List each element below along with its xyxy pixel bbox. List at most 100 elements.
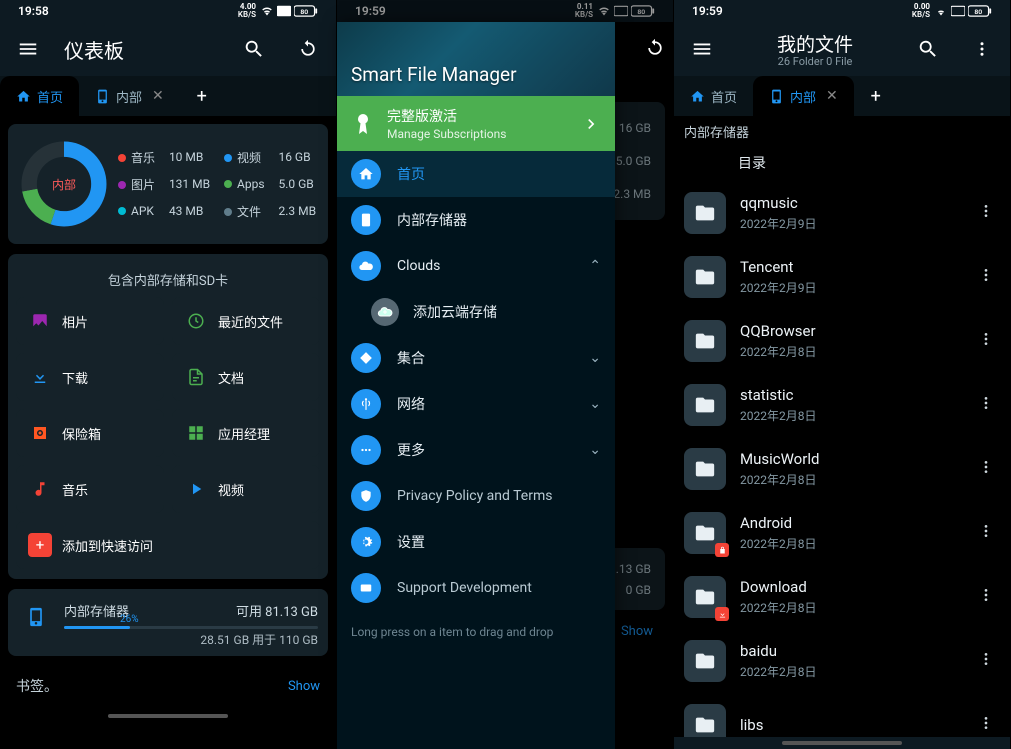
row-overflow-button[interactable] [972, 201, 1000, 225]
folder-date: 2022年2月8日 [740, 663, 958, 680]
tab-internal[interactable]: 内部 ✕ [79, 76, 180, 116]
quick-tile-photo[interactable]: 相片 [16, 297, 164, 345]
drawer-item-settings[interactable]: 设置 [337, 519, 615, 565]
more-icon [359, 443, 373, 457]
close-tab-icon[interactable]: ✕ [826, 89, 838, 103]
legend-item: APK [118, 204, 157, 218]
menu-button[interactable] [10, 31, 46, 67]
drawer-item-more[interactable]: 更多 ⌄ [337, 427, 615, 473]
tab-home[interactable]: 首页 [674, 76, 753, 116]
drawer-item-internal[interactable]: 内部存储器 [337, 197, 615, 243]
folder-name: qqmusic [740, 194, 958, 212]
drawer-hint: Long press on a item to drag and drop [337, 611, 615, 639]
screen-files: 19:59 0.00KB/S 80 我的文件 26 Folder 0 File [674, 0, 1011, 749]
quick-tile-download[interactable]: 下载 [16, 353, 164, 401]
tab-row: 首页 内部 ✕ + [674, 76, 1010, 116]
ribbon-icon [351, 112, 375, 136]
add-tab-button[interactable]: + [180, 76, 224, 116]
folder-name: MusicWorld [740, 450, 958, 468]
tab-row: 首页 内部 ✕ + [0, 76, 336, 116]
folder-row[interactable]: baidu 2022年2月8日 [674, 629, 1010, 693]
quick-tile-apps[interactable]: 应用经理 [172, 409, 320, 457]
status-bar: 19:59 0.00KB/S 80 [674, 0, 1010, 22]
internal-storage-row[interactable]: 内部存储器 可用 81.13 GB 26% 28.51 GB 用于 110 GB [8, 589, 328, 656]
drawer-item-home[interactable]: 首页 [337, 151, 615, 197]
breadcrumb[interactable]: 内部存储器 [674, 116, 1010, 145]
row-overflow-button[interactable] [972, 649, 1000, 673]
folder-date: 2022年2月9日 [740, 215, 958, 232]
folder-name: Tencent [740, 258, 958, 276]
row-overflow-button[interactable] [972, 585, 1000, 609]
quick-tile-video[interactable]: 视频 [172, 465, 320, 513]
card-icon [359, 581, 373, 595]
drawer-item-privacy[interactable]: Privacy Policy and Terms [337, 473, 615, 519]
folder-date: 2022年2月8日 [740, 535, 958, 552]
plus-icon: + [28, 533, 52, 557]
row-overflow-button[interactable] [972, 457, 1000, 481]
folder-row[interactable]: statistic 2022年2月8日 [674, 373, 1010, 437]
storage-donut: 内部 [18, 138, 110, 230]
add-quick-access-tile[interactable]: + 添加到快速访问 [16, 521, 320, 569]
folder-row[interactable]: libs [674, 693, 1010, 737]
drawer-item-add-cloud[interactable]: 添加云端存储 [337, 289, 615, 335]
wifi-icon [934, 5, 948, 17]
overflow-button[interactable] [964, 31, 1000, 67]
folder-icon [684, 192, 726, 234]
quick-tile-recent[interactable]: 最近的文件 [172, 297, 320, 345]
tab-home[interactable]: 首页 [0, 76, 79, 116]
chevron-down-icon: ⌄ [589, 442, 601, 458]
app-bar: 我的文件 26 Folder 0 File [674, 22, 1010, 76]
drawer-item-clouds[interactable]: Clouds ⌃ [337, 243, 615, 289]
main-scroll[interactable]: 内部 音乐10 MB视频16 GB图片131 MBApps5.0 GBAPK43… [0, 116, 336, 749]
add-tab-button[interactable]: + [854, 76, 898, 116]
storage-available: 可用 81.13 GB [236, 601, 318, 620]
row-overflow-button[interactable] [972, 329, 1000, 353]
storage-progress-bar: 26% [64, 626, 318, 629]
nav-handle[interactable] [108, 714, 228, 718]
folder-icon [684, 384, 726, 426]
quick-access-title: 包含内部存储和SD卡 [16, 264, 320, 297]
drawer-item-collections[interactable]: 集合 ⌄ [337, 335, 615, 381]
nav-handle[interactable] [782, 741, 902, 745]
folder-icon [684, 448, 726, 490]
folder-icon [684, 704, 726, 737]
chevron-down-icon: ⌄ [589, 350, 601, 366]
drawer-item-network[interactable]: 网络 ⌄ [337, 381, 615, 427]
file-list[interactable]: qqmusic 2022年2月9日 Tencent 2022年2月9日 QQBr… [674, 181, 1010, 737]
folder-row[interactable]: Tencent 2022年2月9日 [674, 245, 1010, 309]
quick-tile-vault[interactable]: 保险箱 [16, 409, 164, 457]
close-tab-icon[interactable]: ✕ [152, 89, 164, 103]
legend-item: 音乐 [118, 149, 157, 166]
volte-icon [951, 5, 965, 17]
row-overflow-button[interactable] [972, 521, 1000, 545]
music-icon [28, 477, 52, 501]
quick-tile-music[interactable]: 音乐 [16, 465, 164, 513]
row-overflow-button[interactable] [972, 393, 1000, 417]
row-overflow-button[interactable] [972, 265, 1000, 289]
nav-drawer: Smart File Manager 完整版激活 Manage Subscrip… [337, 22, 615, 749]
folder-row[interactable]: MusicWorld 2022年2月8日 [674, 437, 1010, 501]
activate-banner[interactable]: 完整版激活 Manage Subscriptions [337, 96, 615, 151]
menu-button[interactable] [684, 31, 720, 67]
svg-text:✕: ✕ [282, 9, 286, 15]
battery-icon: 80 [294, 5, 318, 17]
home-icon [358, 166, 374, 182]
phone-icon [18, 601, 54, 648]
volte-icon: ✕ [277, 5, 291, 17]
refresh-button[interactable] [290, 31, 326, 67]
tab-internal[interactable]: 内部 ✕ [753, 76, 854, 116]
show-button[interactable]: Show [288, 679, 320, 694]
refresh-button[interactable] [645, 38, 665, 62]
search-button[interactable] [910, 31, 946, 67]
folder-row[interactable]: Android 2022年2月8日 [674, 501, 1010, 565]
drawer-item-support[interactable]: Support Development [337, 565, 615, 611]
legend-value: 10 MB [169, 150, 212, 164]
search-button[interactable] [236, 31, 272, 67]
apps-icon [184, 421, 208, 445]
cloud-plus-icon [377, 304, 393, 320]
folder-row[interactable]: QQBrowser 2022年2月8日 [674, 309, 1010, 373]
folder-row[interactable]: qqmusic 2022年2月9日 [674, 181, 1010, 245]
row-overflow-button[interactable] [972, 713, 1000, 737]
quick-tile-doc[interactable]: 文档 [172, 353, 320, 401]
folder-row[interactable]: Download 2022年2月8日 [674, 565, 1010, 629]
